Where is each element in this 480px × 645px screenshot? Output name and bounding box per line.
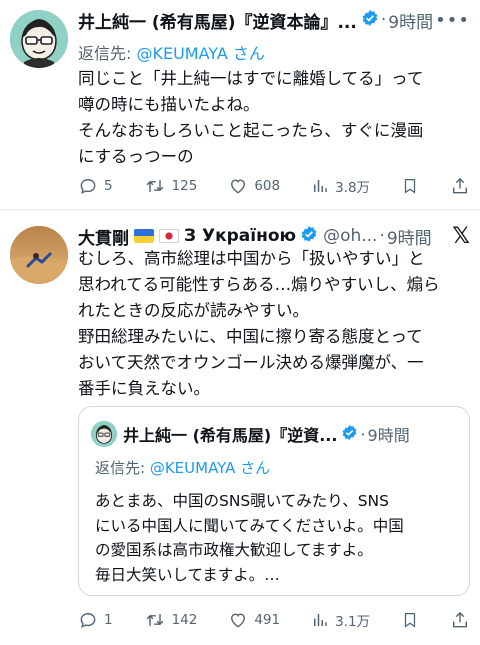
share-icon [453,611,467,628]
quoted-text-line: あとまあ、中国のSNS覗いてみたり、SNS [95,492,389,510]
bookmark-button[interactable] [401,176,419,196]
quoted-timestamp: 9時間 [367,426,410,445]
more-dots-icon[interactable]: ••• [435,10,470,31]
tweet-text-line: そんなおもしろいこと起こったら、すぐに漫画 [78,121,424,140]
verified-badge-icon [300,225,318,248]
separator-dot: · [360,424,366,444]
avatar[interactable] [10,226,68,284]
author-name[interactable]: 井上純一 (希有馬屋)『逆資本論』... [78,8,357,33]
share-button[interactable] [450,176,470,196]
views-count: 3.1万 [335,614,371,630]
x-logo-icon[interactable]: 𝕏 [452,224,470,249]
quoted-tweet-header: 井上純一 (希有馬屋)『逆資... · 9時間 [123,420,459,448]
quoted-author-name: 井上純一 (希有馬屋)『逆資... [123,426,338,445]
like-button[interactable]: 491 [228,610,280,630]
tweet-text: 同じこと「井上純一はすでに離婚してる」って 噂の時にも描いたよね。 そんなおもし… [78,66,463,170]
quoted-tweet-text: あとまあ、中国のSNS覗いてみたり、SNS にいる中国人に聞いてみてくださいよ。… [95,489,463,587]
separator-dot: · [379,226,385,246]
quoted-tweet-card[interactable]: 井上純一 (希有馬屋)『逆資... · 9時間 返信先: @KEUMAYA さん… [78,406,470,596]
like-count: 608 [254,178,281,194]
quoted-text-line: 毎日大笑いしてますよ。… [95,565,280,584]
quoted-reply-context: 返信先: @KEUMAYA さん [95,457,270,478]
tweet-text: むしろ、高市総理は中国から「扱いやすい」と 思われてる可能性すらある…煽りやすい… [78,246,463,402]
reply-icon [80,613,96,628]
bookmark-button[interactable] [401,610,419,630]
author-name[interactable]: 大貫剛 [78,224,129,249]
share-button[interactable] [450,610,470,630]
reply-button[interactable]: 1 [78,610,113,630]
tweet-text-line: 番手に負えない。 [78,379,210,398]
quoted-text-line: にいる中国人に聞いてみてくださいよ。中国 [95,516,404,535]
tweet-text-line: 思われてる可能性すらある…煽りやすいし、煽ら [78,275,440,294]
bookmark-icon [404,612,416,628]
reply-button[interactable]: 5 [78,176,113,196]
analytics-icon [314,614,327,626]
separator-dot: · [380,10,387,30]
heart-icon [231,613,246,628]
quoted-text-line: の愛国系は高市政権大歓迎してますよ。 [95,541,373,559]
author-name-suffix: З Україною [184,226,297,246]
retweet-count: 142 [171,612,198,628]
reply-prefix: 返信先: [95,459,150,477]
retweet-button[interactable]: 125 [144,176,198,196]
views-button[interactable]: 3.8万 [311,176,370,196]
tweet-text-line: れたときの反応が読みやすい。 [78,301,309,320]
avatar[interactable] [10,10,68,68]
verified-badge-icon [341,424,358,445]
reply-mention-link[interactable]: @KEUMAYA さん [136,44,264,63]
like-button[interactable]: 608 [228,176,280,196]
tweet-text-line: おいて天然でオウンゴール決める爆弾魔が、一 [78,353,424,372]
tweet-text-line: むしろ、高市総理は中国から「扱いやすい」と [78,249,425,268]
quoted-avatar [91,421,117,447]
views-count: 3.8万 [335,180,371,196]
tweet-text-line: 野田総理みたいに、中国に擦り寄る態度とって [78,327,423,346]
bookmark-icon [404,178,416,194]
retweet-icon [146,180,163,192]
tweet-text-line: にするっつーの [78,147,194,166]
tweet-text-line: 同じこと「井上純一はすでに離婚してる」って [78,69,424,88]
share-icon [453,177,467,194]
tweet-1[interactable]: 井上純一 (希有馬屋)『逆資本論』... · 9時間 ••• 返信先: @KEU… [0,0,480,210]
reply-mention-link[interactable]: @KEUMAYA さん [150,459,270,477]
tweet-header: 井上純一 (希有馬屋)『逆資本論』... · 9時間 ••• [78,6,470,34]
timestamp[interactable]: 9時間 [388,8,433,33]
views-button[interactable]: 3.1万 [311,610,370,630]
reply-count: 5 [104,178,113,194]
reply-icon [80,179,96,194]
action-bar: 1 142 491 3.1万 [78,609,470,631]
ukraine-flag-icon [134,229,154,243]
reply-count: 1 [104,612,113,628]
author-handle[interactable]: @oh... [323,226,377,246]
tweet-text-line: 噂の時にも描いたよね。 [78,95,260,114]
heart-icon [231,179,246,194]
reply-context: 返信先: @KEUMAYA さん [78,40,265,64]
timestamp[interactable]: 9時間 [387,224,432,249]
japan-flag-icon [159,229,179,243]
analytics-icon [314,180,327,192]
verified-badge-icon [361,9,379,32]
retweet-icon [146,614,163,626]
reply-prefix: 返信先: [78,44,137,63]
like-count: 491 [254,612,281,628]
retweet-button[interactable]: 142 [144,610,198,630]
retweet-count: 125 [171,178,198,194]
action-bar: 5 125 608 3.8万 [78,175,470,197]
